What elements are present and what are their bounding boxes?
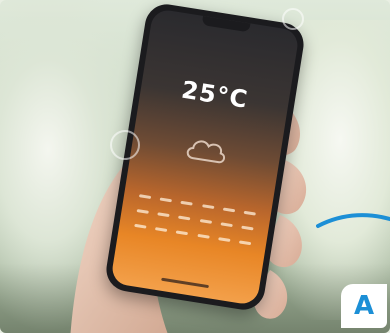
city-label [147,48,293,71]
forecast-grid [129,189,262,249]
status-left [163,16,165,26]
forecast-cell [194,214,217,227]
forecast-cell [236,221,259,234]
forecast-cell [197,199,220,212]
option-badge: A [341,284,387,328]
forecast-cell [155,193,178,206]
photo-frame: 25°C A [0,0,390,333]
forecast-cell [192,229,215,242]
condition-label [129,164,275,187]
forecast-cell [152,208,175,221]
forecast-cell [173,211,196,224]
forecast-cell [215,218,238,231]
forecast-cell [239,206,262,219]
forecast-cell [218,203,241,216]
cloud-icon [186,140,226,164]
status-right [285,35,287,45]
temperature-readout: 25°C [179,75,251,114]
decorative-ring [110,130,140,160]
forecast-cell [176,196,199,209]
blue-arc-mark [316,213,390,228]
forecast-cell [129,219,152,232]
forecast-cell [171,226,194,239]
decorative-ring [282,8,304,30]
forecast-cell [131,204,154,217]
forecast-cell [213,232,236,245]
home-indicator [161,277,209,289]
forecast-cell [133,189,156,202]
forecast-cell [234,236,257,249]
forecast-cell [150,222,173,235]
